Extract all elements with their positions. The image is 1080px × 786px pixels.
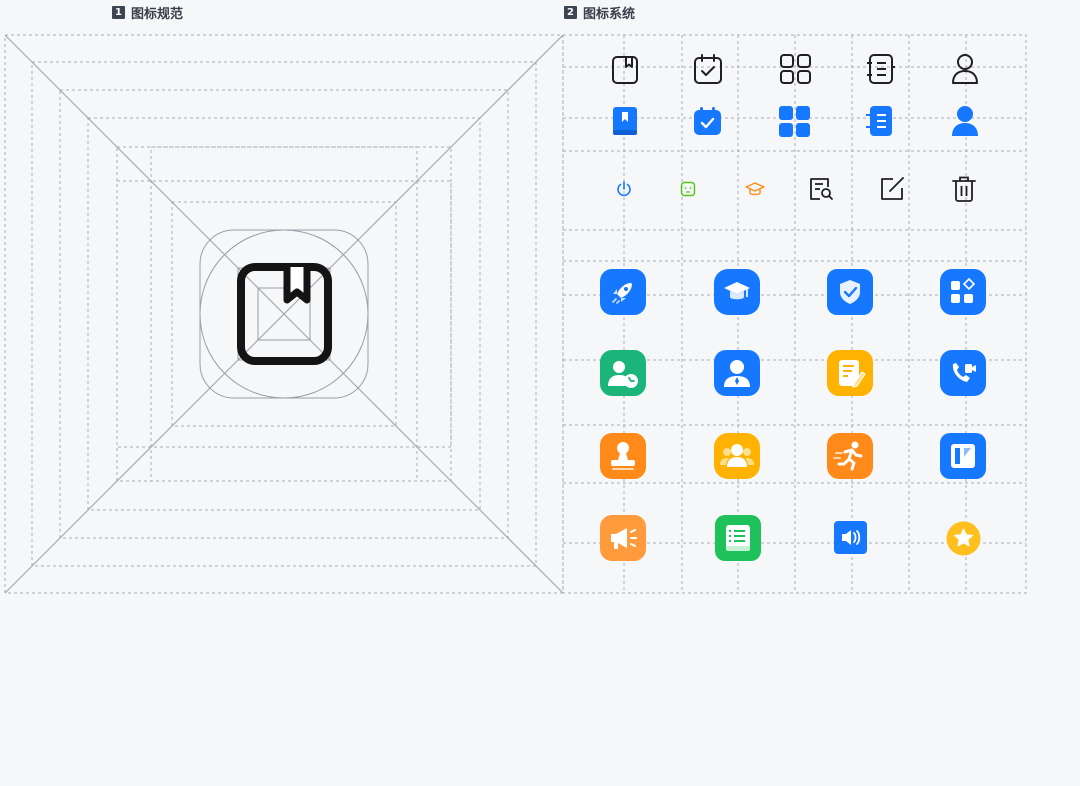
notebook-filled-icon[interactable] (866, 105, 895, 137)
running-app-icon[interactable] (827, 433, 873, 479)
user-outline-icon[interactable] (951, 53, 979, 85)
rocket-app-icon[interactable] (600, 269, 646, 315)
section-number-badge: 1 (112, 5, 125, 19)
section-number-badge: 2 (564, 5, 577, 19)
graduation-app-icon[interactable] (714, 269, 760, 315)
calendar-check-outline-icon[interactable] (693, 53, 723, 85)
employee-app-icon[interactable] (714, 350, 760, 396)
widgets-app-icon[interactable] (940, 269, 986, 315)
shield-check-app-icon[interactable] (827, 269, 873, 315)
layout-app-icon[interactable] (940, 433, 986, 479)
book-filled-icon[interactable] (612, 106, 638, 136)
section-title-system: 2 图标系统 (564, 3, 636, 22)
apps-outline-icon[interactable] (779, 53, 812, 85)
calendar-check-filled-icon[interactable] (693, 106, 722, 136)
contact-phone-app-icon[interactable] (600, 350, 646, 396)
section-title-spec: 1 图标规范 (112, 3, 184, 22)
graduation-cap-icon[interactable] (745, 181, 765, 198)
document-list-app-icon[interactable] (715, 515, 761, 561)
notebook-outline-icon[interactable] (866, 53, 896, 85)
video-call-app-icon[interactable] (940, 350, 986, 396)
power-icon[interactable] (615, 180, 633, 198)
edit-icon[interactable] (879, 176, 906, 202)
document-edit-app-icon[interactable] (827, 350, 873, 396)
volume-app-icon[interactable] (834, 521, 867, 554)
section-title-label: 图标系统 (583, 6, 636, 22)
star-app-icon[interactable] (946, 521, 981, 556)
stamp-app-icon[interactable] (600, 433, 646, 479)
group-app-icon[interactable] (714, 433, 760, 479)
document-search-icon[interactable] (808, 176, 834, 202)
apps-filled-icon[interactable] (778, 105, 811, 138)
face-icon[interactable] (680, 181, 696, 197)
section-title-label: 图标规范 (131, 6, 184, 22)
trash-icon[interactable] (951, 175, 977, 203)
book-outline-icon[interactable] (611, 55, 639, 85)
megaphone-app-icon[interactable] (600, 515, 646, 561)
icon-spec-grid (4, 34, 564, 594)
user-filled-icon[interactable] (951, 105, 979, 137)
